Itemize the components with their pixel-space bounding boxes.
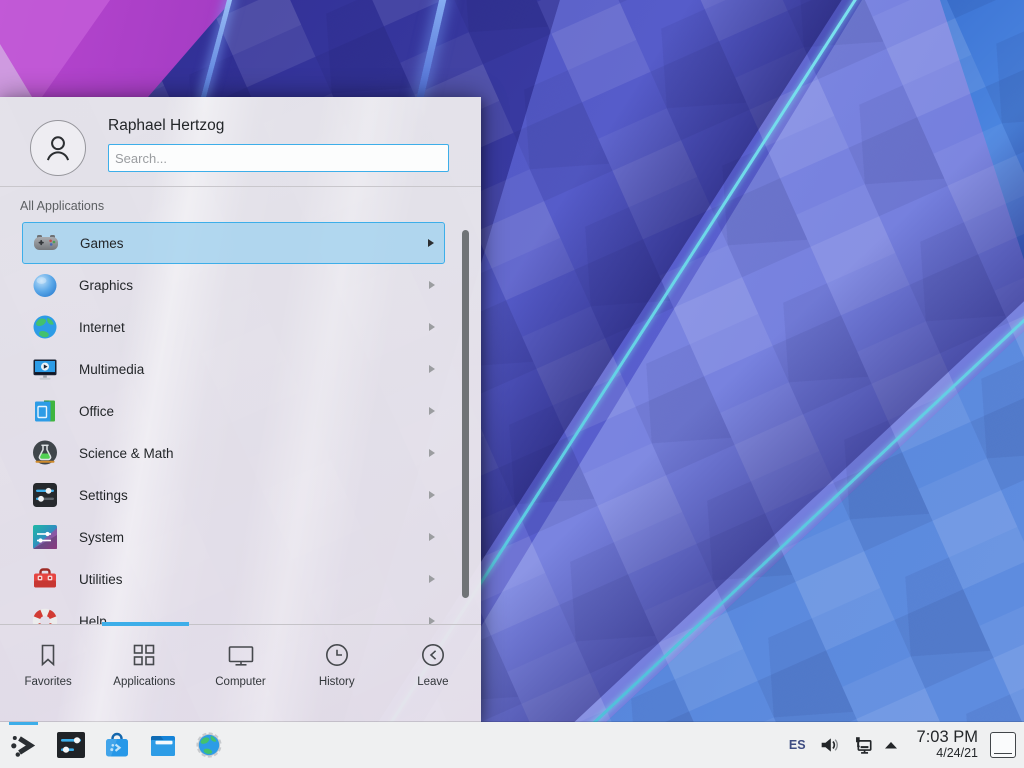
submenu-arrow-icon <box>429 617 435 625</box>
network-icon <box>851 734 873 756</box>
settings-sliders-icon <box>31 481 59 509</box>
multimedia-monitor-icon <box>31 355 59 383</box>
submenu-arrow-icon <box>428 239 434 247</box>
tab-label: Applications <box>113 676 175 688</box>
web-browser-taskbar-button[interactable] <box>193 729 225 761</box>
category-label: Games <box>80 236 124 251</box>
header-separator <box>0 186 481 187</box>
category-science-math[interactable]: Science & Math <box>22 432 445 474</box>
active-tab-indicator <box>102 622 189 626</box>
system-tray: ES <box>789 734 909 756</box>
submenu-arrow-icon <box>429 323 435 331</box>
science-flask-icon <box>31 439 59 467</box>
show-desktop-button[interactable] <box>990 732 1016 758</box>
category-settings[interactable]: Settings <box>22 474 445 516</box>
submenu-arrow-icon <box>429 365 435 373</box>
tab-applications[interactable]: Applications <box>96 625 192 722</box>
category-label: Utilities <box>79 572 123 587</box>
submenu-arrow-icon <box>429 449 435 457</box>
application-launcher-menu: Raphael Hertzog All Applications G <box>0 97 481 722</box>
launcher-active-indicator <box>9 722 38 725</box>
launcher-tabbar: Favorites Applications Computer <box>0 624 481 722</box>
graphics-ball-icon <box>31 271 59 299</box>
keyboard-layout-indicator[interactable]: ES <box>789 738 806 752</box>
category-help[interactable]: Help <box>22 600 445 624</box>
category-system[interactable]: System <box>22 516 445 558</box>
category-label: Internet <box>79 320 125 335</box>
category-office[interactable]: Office <box>22 390 445 432</box>
user-avatar[interactable] <box>30 120 86 176</box>
help-lifesaver-icon <box>31 607 59 624</box>
category-label: Science & Math <box>79 446 174 461</box>
category-utilities[interactable]: Utilities <box>22 558 445 600</box>
category-label: Settings <box>79 488 128 503</box>
gamepad-icon <box>32 229 60 257</box>
search-input[interactable] <box>108 144 449 172</box>
tab-favorites[interactable]: Favorites <box>0 625 96 722</box>
leave-circle-icon <box>418 640 448 670</box>
toolbox-icon <box>31 565 59 593</box>
clock-date: 4/24/21 <box>917 747 978 761</box>
category-label: System <box>79 530 124 545</box>
clock-icon <box>322 640 352 670</box>
category-list: Games Graphics <box>0 222 481 624</box>
tab-label: History <box>319 676 355 688</box>
app-launcher-button[interactable] <box>5 722 43 768</box>
category-internet[interactable]: Internet <box>22 306 445 348</box>
category-label: Multimedia <box>79 362 144 377</box>
submenu-arrow-icon <box>429 575 435 583</box>
network-tray-button[interactable] <box>851 734 873 756</box>
tab-computer[interactable]: Computer <box>192 625 288 722</box>
system-sliders-icon <box>31 523 59 551</box>
category-label: Graphics <box>79 278 133 293</box>
bookmark-icon <box>33 640 63 670</box>
discover-taskbar-button[interactable] <box>101 729 133 761</box>
taskbar: ES <box>0 722 1024 768</box>
tray-expander-button[interactable] <box>884 740 898 750</box>
kde-kickoff-icon <box>9 730 39 760</box>
volume-tray-button[interactable] <box>818 734 840 756</box>
section-label: All Applications <box>20 199 104 213</box>
category-games[interactable]: Games <box>22 222 445 264</box>
category-multimedia[interactable]: Multimedia <box>22 348 445 390</box>
digital-clock[interactable]: 7:03 PM 4/24/21 <box>917 729 978 760</box>
category-label: Office <box>79 404 114 419</box>
tab-leave[interactable]: Leave <box>385 625 481 722</box>
globe-icon <box>31 313 59 341</box>
app-grid-icon <box>129 640 159 670</box>
volume-icon <box>818 734 840 756</box>
monitor-icon <box>226 640 256 670</box>
expand-caret-icon <box>884 740 898 750</box>
submenu-arrow-icon <box>429 281 435 289</box>
person-icon <box>40 130 76 166</box>
system-settings-taskbar-button[interactable] <box>55 729 87 761</box>
list-scrollbar[interactable] <box>462 230 469 598</box>
submenu-arrow-icon <box>429 491 435 499</box>
tab-label: Computer <box>215 676 266 688</box>
tab-label: Favorites <box>24 676 71 688</box>
category-graphics[interactable]: Graphics <box>22 264 445 306</box>
tab-history[interactable]: History <box>289 625 385 722</box>
user-name: Raphael Hertzog <box>108 117 224 135</box>
submenu-arrow-icon <box>429 407 435 415</box>
tab-label: Leave <box>417 676 448 688</box>
file-manager-taskbar-button[interactable] <box>147 729 179 761</box>
office-document-icon <box>31 397 59 425</box>
clock-time: 7:03 PM <box>917 729 978 747</box>
desktop: Raphael Hertzog All Applications G <box>0 0 1024 768</box>
submenu-arrow-icon <box>429 533 435 541</box>
